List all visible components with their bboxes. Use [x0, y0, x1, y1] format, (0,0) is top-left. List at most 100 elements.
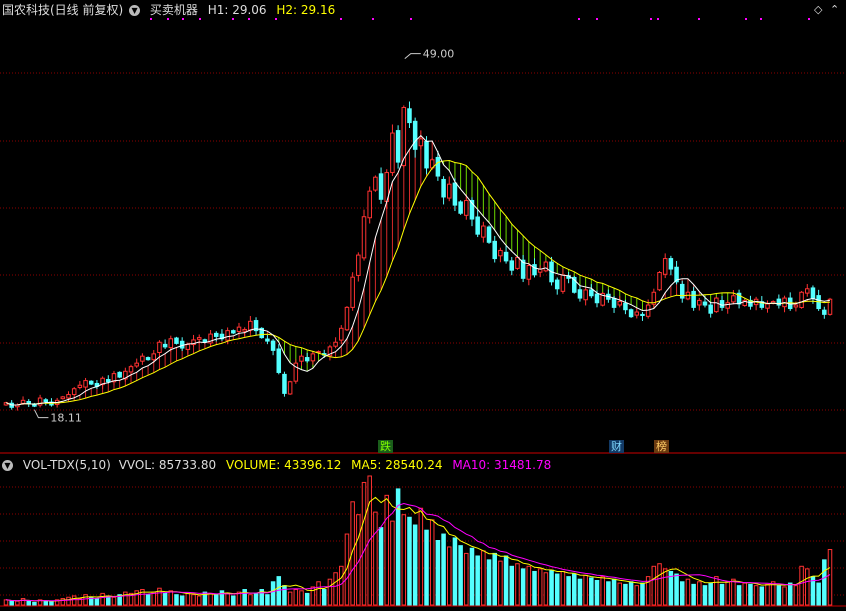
chevron-down-icon[interactable]: ▼ — [129, 5, 141, 16]
candle-body — [486, 226, 492, 243]
candle-body — [106, 379, 111, 383]
volume-bar — [492, 552, 497, 606]
volume-bar — [606, 581, 611, 606]
volume-bar — [316, 581, 321, 606]
ma10-value: MA10: 31481.78 — [452, 458, 552, 472]
candle-body — [560, 274, 566, 292]
candle-body — [71, 388, 77, 396]
volume-bar — [407, 516, 412, 606]
volume-bar — [770, 581, 776, 606]
volume-bar — [600, 576, 605, 606]
candle-body — [765, 303, 770, 309]
candlesticks[interactable] — [3, 101, 833, 411]
volume-bar — [71, 595, 77, 606]
signal-dot — [275, 18, 277, 20]
volume-bar — [617, 582, 622, 606]
volume-bar — [486, 559, 492, 606]
volume-bar — [458, 545, 463, 606]
volume-bar — [731, 578, 736, 606]
volume-bar — [520, 568, 526, 606]
candle-body — [157, 341, 162, 353]
ma5-value: MA5: 28540.24 — [351, 458, 443, 472]
candle-body — [822, 309, 827, 315]
volume-bar — [26, 600, 31, 606]
candle-body — [481, 225, 486, 238]
candle-body — [265, 338, 270, 342]
volume-bar — [543, 572, 549, 606]
chevron-down-icon[interactable]: ▼ — [2, 460, 13, 471]
candle-body — [373, 176, 378, 191]
volume-bar — [719, 583, 725, 606]
vvol-value: VVOL: 85733.80 — [118, 458, 217, 472]
cai-marker[interactable]: 财 — [609, 440, 624, 453]
volume-bar — [572, 573, 577, 606]
candle-body — [594, 293, 600, 304]
candle-body — [640, 313, 645, 317]
volume-bar — [679, 581, 685, 606]
volume-bar — [714, 576, 719, 606]
candle-body — [589, 289, 594, 297]
volume-bar — [66, 596, 71, 606]
candle-body — [390, 132, 395, 174]
ma-band-fill — [39, 135, 831, 404]
volume-bar — [214, 594, 219, 606]
candle-body — [708, 304, 713, 314]
volume-bar — [594, 579, 600, 606]
candle-body — [475, 216, 480, 235]
die-marker[interactable]: 跌 — [378, 440, 393, 453]
bang-marker[interactable]: 榜 — [654, 440, 669, 453]
candle-body — [657, 272, 662, 291]
volume-bar — [805, 568, 810, 606]
chart-title[interactable]: 国农科技(日线 前复权) — [2, 3, 123, 17]
candle-body — [418, 138, 424, 147]
volume-bar — [537, 568, 543, 606]
candle-body — [509, 260, 515, 271]
volume-bar — [481, 550, 486, 606]
candle-body — [236, 326, 242, 332]
volume-bar — [475, 555, 480, 606]
volume-header: ▼ VOL-TDX(5,10) VVOL: 85733.80 VOLUME: 4… — [2, 457, 557, 473]
candle-body — [66, 394, 71, 399]
candle-body — [344, 306, 350, 331]
volume-bar — [736, 585, 742, 606]
candle-body — [634, 311, 640, 316]
volume-bar — [697, 581, 702, 606]
volume-bar — [554, 573, 560, 606]
candle-body — [231, 330, 236, 334]
volume-bar — [640, 582, 645, 606]
volume-bar — [651, 565, 657, 606]
volume-bar — [429, 519, 435, 606]
candle-body — [668, 258, 674, 270]
candle-body — [378, 173, 384, 200]
volume-bar — [384, 494, 390, 606]
candle-body — [287, 381, 293, 395]
candle-body — [697, 299, 702, 306]
volume-bar — [361, 481, 367, 606]
volume-bar — [498, 560, 503, 606]
volume-bar — [589, 577, 594, 606]
volume-bar — [208, 592, 213, 606]
candle-body — [248, 320, 253, 331]
volume-bar — [196, 595, 202, 606]
candle-body — [304, 357, 310, 362]
vol-indicator-name[interactable]: VOL-TDX(5,10) — [23, 458, 111, 472]
signal-dot — [199, 18, 201, 20]
volume-bar — [185, 592, 191, 606]
candle-body — [356, 254, 361, 276]
indicator-name[interactable]: 买卖机器 — [150, 3, 198, 17]
diamond-icon[interactable]: ◇ — [814, 3, 822, 16]
volume-bar — [623, 583, 628, 606]
volume-bar — [532, 570, 537, 606]
candle-body — [793, 304, 799, 308]
volume-bar — [282, 585, 287, 606]
volume-bar — [344, 533, 350, 606]
collapse-icon[interactable]: ⌃ — [830, 3, 839, 16]
candle-body — [799, 291, 804, 308]
volume-bar — [435, 540, 441, 606]
volume-bar — [191, 594, 196, 606]
volume-bar — [526, 565, 532, 606]
candle-body — [395, 130, 401, 163]
volume-bar — [577, 578, 583, 606]
volume-bar — [787, 582, 793, 606]
volume-bar — [145, 594, 151, 606]
